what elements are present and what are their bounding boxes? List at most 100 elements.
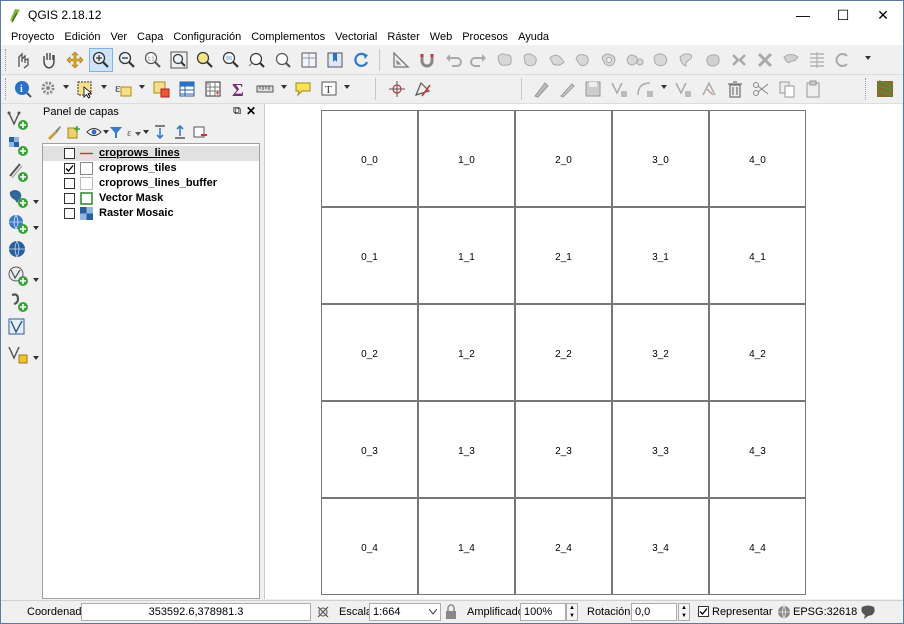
expand-all-icon[interactable]: [151, 123, 169, 141]
layer-visibility-checkbox[interactable]: [64, 208, 75, 219]
layer-row-raster-mosaic[interactable]: Raster Mosaic: [43, 206, 259, 221]
circular-dropdown-icon[interactable]: [661, 85, 667, 89]
save-edits-icon[interactable]: [581, 77, 605, 101]
add-feature-icon[interactable]: [607, 77, 631, 101]
map-tile[interactable]: 2_3: [515, 401, 612, 498]
zoom-last-icon[interactable]: [245, 48, 269, 72]
menu-capa[interactable]: Capa: [132, 30, 168, 44]
style-brush-icon[interactable]: [45, 123, 63, 141]
georeferencer-crosshair-icon[interactable]: [385, 77, 409, 101]
layer-tree[interactable]: croprows_lines croprows_tiles croprows_l…: [42, 143, 260, 599]
map-tile[interactable]: 3_2: [612, 304, 709, 401]
close-panel-icon[interactable]: ✕: [246, 104, 256, 118]
add-circular-string-icon[interactable]: [633, 77, 657, 101]
layer-row-croprows-lines[interactable]: croprows_lines: [43, 146, 259, 161]
map-tile[interactable]: 3_1: [612, 207, 709, 304]
rotate-label-icon[interactable]: [831, 48, 855, 72]
map-tile[interactable]: 3_3: [612, 401, 709, 498]
map-tile[interactable]: 2_0: [515, 110, 612, 207]
delete-selected-icon[interactable]: [723, 77, 747, 101]
split-parts-icon[interactable]: [753, 48, 777, 72]
map-tile[interactable]: 0_0: [321, 110, 418, 207]
menu-web[interactable]: Web: [425, 30, 457, 44]
topology-checker-icon[interactable]: [411, 77, 435, 101]
map-tile[interactable]: 4_3: [709, 401, 806, 498]
menu-proyecto[interactable]: Proyecto: [6, 30, 59, 44]
menu-procesos[interactable]: Procesos: [457, 30, 513, 44]
pan-hand-icon[interactable]: [37, 48, 61, 72]
statistics-sigma-icon[interactable]: Σ: [227, 77, 251, 101]
postgis-dropdown-icon[interactable]: [33, 200, 39, 204]
maximize-button[interactable]: ☐: [823, 1, 863, 29]
add-postgis-layer-icon[interactable]: [5, 186, 31, 210]
menu-raster[interactable]: Ráster: [382, 30, 424, 44]
action-dropdown-icon[interactable]: [63, 85, 69, 89]
toggle-editing-pencil-icon[interactable]: [555, 77, 579, 101]
map-tile[interactable]: 1_1: [418, 207, 515, 304]
identify-magnet-icon[interactable]: [415, 48, 439, 72]
zoom-in-icon[interactable]: [89, 48, 113, 72]
visibility-eye-icon[interactable]: [85, 123, 103, 141]
remove-layer-icon[interactable]: [191, 123, 209, 141]
map-canvas[interactable]: 0_0 1_0 2_0 3_0 4_0 0_1 1_1 2_1 3_1 4_1 0_2 1_2 2_2 3…: [264, 104, 902, 599]
menu-vectorial[interactable]: Vectorial: [330, 30, 382, 44]
fill-ring-icon[interactable]: [649, 48, 673, 72]
map-tile[interactable]: 1_3: [418, 401, 515, 498]
coordinate-field[interactable]: 353592.6,378981.3: [81, 603, 311, 621]
add-virtual-layer-icon[interactable]: [5, 290, 31, 314]
redo-icon[interactable]: [467, 48, 491, 72]
offset-curve-icon[interactable]: [545, 48, 569, 72]
menu-edicion[interactable]: Edición: [59, 30, 105, 44]
add-wfs-layer-icon[interactable]: [5, 264, 31, 288]
add-vector-layer-icon[interactable]: [5, 108, 31, 132]
layer-row-croprows-lines-buffer[interactable]: croprows_lines_buffer: [43, 176, 259, 191]
map-tile[interactable]: 4_2: [709, 304, 806, 401]
menu-configuracion[interactable]: Configuración: [168, 30, 246, 44]
select-features-icon[interactable]: [73, 77, 97, 101]
zoom-to-layer-icon[interactable]: [219, 48, 243, 72]
layer-visibility-checkbox[interactable]: [64, 163, 75, 174]
field-calculator-icon[interactable]: [201, 77, 225, 101]
simplify-icon[interactable]: [571, 48, 595, 72]
float-panel-icon[interactable]: ⧉: [233, 105, 241, 118]
layer-visibility-checkbox[interactable]: [64, 148, 75, 159]
extents-toggle-icon[interactable]: [315, 604, 331, 620]
move-feature-icon[interactable]: [671, 77, 695, 101]
messages-bubble-icon[interactable]: [860, 604, 876, 620]
wms-dropdown-icon[interactable]: [33, 226, 39, 230]
touch-zoom-icon[interactable]: [11, 48, 35, 72]
new-layer-dropdown-icon[interactable]: [33, 356, 39, 360]
copy-features-icon[interactable]: [775, 77, 799, 101]
map-tile[interactable]: 4_1: [709, 207, 806, 304]
attribute-table-icon[interactable]: [175, 77, 199, 101]
expression-dropdown-icon[interactable]: [139, 85, 145, 89]
map-tips-icon[interactable]: [291, 77, 315, 101]
add-raster-layer-icon[interactable]: [5, 134, 31, 158]
map-tile[interactable]: 1_4: [418, 498, 515, 595]
add-wcs-layer-icon[interactable]: [5, 238, 31, 262]
action-gear-icon[interactable]: [37, 77, 61, 101]
filter-funnel-icon[interactable]: [107, 123, 125, 141]
refresh-icon[interactable]: [349, 48, 373, 72]
measure-icon[interactable]: [389, 48, 413, 72]
toolbar-grip[interactable]: [5, 78, 8, 100]
map-tile[interactable]: 0_1: [321, 207, 418, 304]
zoom-full-icon[interactable]: [167, 48, 191, 72]
select-by-expression-icon[interactable]: ε: [111, 77, 135, 101]
add-ring-icon[interactable]: [597, 48, 621, 72]
delete-part-icon[interactable]: [701, 48, 725, 72]
magnifier-field[interactable]: 100%: [520, 603, 566, 621]
current-edits-icon[interactable]: [529, 77, 553, 101]
rotate-point-symbols-icon[interactable]: [805, 48, 829, 72]
menu-ver[interactable]: Ver: [106, 30, 133, 44]
toolbar-grip[interactable]: [5, 49, 8, 71]
paste-features-icon[interactable]: [801, 77, 825, 101]
layer-visibility-checkbox[interactable]: [64, 193, 75, 204]
menu-complementos[interactable]: Complementos: [246, 30, 330, 44]
select-dropdown-icon[interactable]: [101, 85, 107, 89]
dropdown-arrow-icon[interactable]: [865, 56, 871, 60]
bookmarks-icon[interactable]: [323, 48, 347, 72]
new-map-view-icon[interactable]: [297, 48, 321, 72]
map-tile[interactable]: 3_0: [612, 110, 709, 207]
map-tile[interactable]: 2_4: [515, 498, 612, 595]
